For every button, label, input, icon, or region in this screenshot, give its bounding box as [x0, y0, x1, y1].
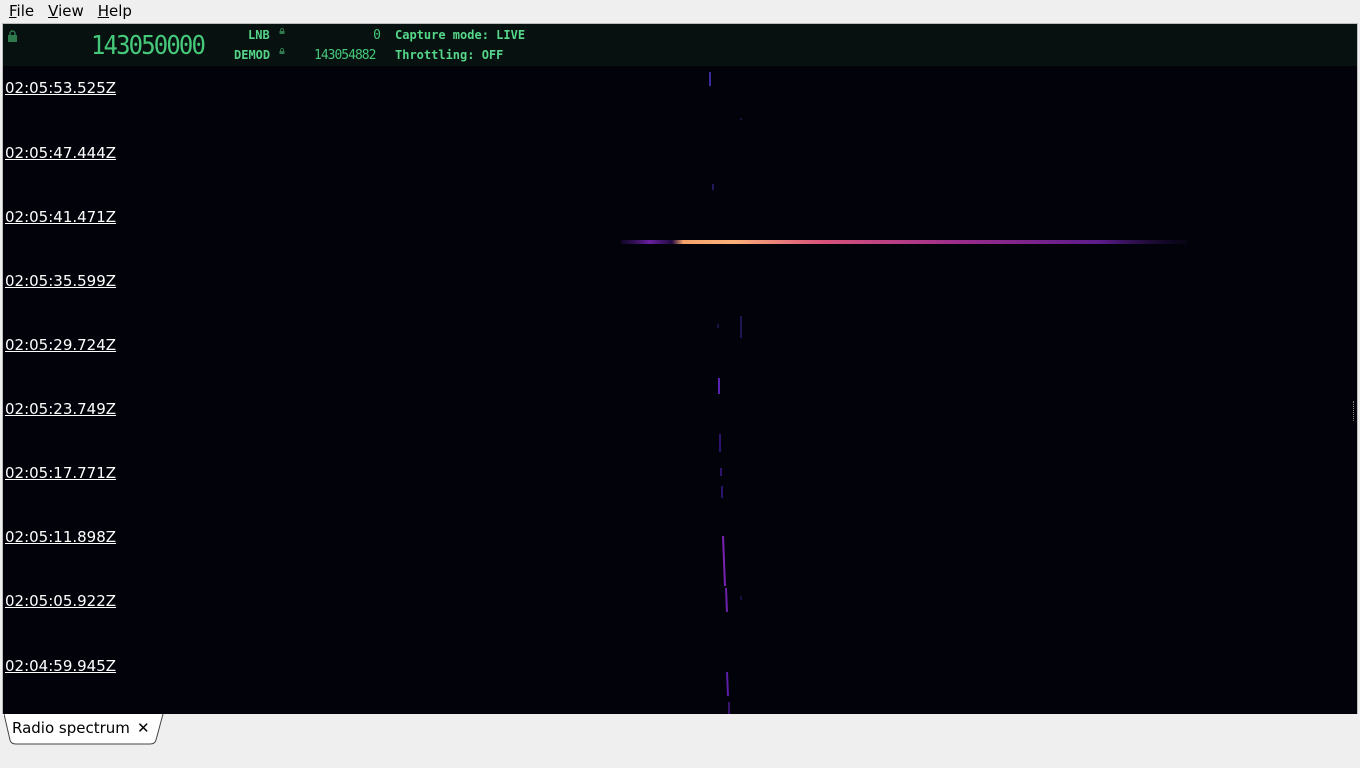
timestamp-axis: 02:05:53.525Z 02:05:47.444Z 02:05:41.471…: [3, 66, 203, 714]
menu-file[interactable]: File: [0, 0, 39, 22]
timestamp-label: 02:05:11.898Z: [5, 528, 117, 546]
lnb-value[interactable]: 0: [373, 28, 381, 43]
timestamp-label: 02:05:05.922Z: [5, 592, 117, 610]
resize-grip[interactable]: [1353, 401, 1357, 421]
lnb-lock-icon[interactable]: [279, 28, 285, 34]
carrier-trace: [726, 671, 729, 697]
timestamp-label: 02:05:41.471Z: [5, 208, 117, 226]
demod-lock-icon[interactable]: [279, 48, 285, 54]
tab-radio-spectrum[interactable]: Radio spectrum ✕: [4, 714, 164, 745]
tab-label: Radio spectrum: [12, 719, 130, 737]
tab-bar: Radio spectrum ✕: [0, 714, 1360, 768]
lock-icon[interactable]: [7, 30, 18, 42]
close-icon[interactable]: ✕: [137, 719, 150, 737]
signal-burst: [621, 240, 1187, 244]
timestamp-label: 02:05:17.771Z: [5, 464, 117, 482]
capture-mode-text: Capture mode: LIVE: [395, 28, 526, 42]
demod-label: DEMOD: [234, 48, 271, 62]
timestamp-label: 02:05:53.525Z: [5, 79, 117, 97]
menu-help[interactable]: Help: [89, 0, 137, 22]
waterfall-display[interactable]: 02:05:53.525Z 02:05:47.444Z 02:05:41.471…: [3, 66, 1357, 714]
timestamp-label: 02:05:29.724Z: [5, 336, 117, 354]
menu-view[interactable]: View: [39, 0, 89, 22]
timestamp-label: 02:04:59.945Z: [5, 657, 117, 675]
center-frequency-display[interactable]: 143050000: [91, 31, 206, 61]
menu-bar: File View Help: [0, 0, 1360, 22]
main-panel: 143050000 LNB 0 DEMOD 143054882 Capture …: [2, 23, 1358, 715]
status-bar: 143050000 LNB 0 DEMOD 143054882 Capture …: [3, 24, 1357, 66]
carrier-trace: [725, 587, 728, 613]
waterfall-canvas: [621, 72, 1187, 714]
carrier-trace: [722, 535, 726, 587]
timestamp-label: 02:05:47.444Z: [5, 144, 117, 162]
lnb-label: LNB: [248, 28, 270, 42]
throttling-text: Throttling: OFF: [395, 48, 504, 62]
demod-frequency-value[interactable]: 143054882: [314, 48, 376, 63]
timestamp-label: 02:05:35.599Z: [5, 272, 117, 290]
timestamp-label: 02:05:23.749Z: [5, 400, 117, 418]
